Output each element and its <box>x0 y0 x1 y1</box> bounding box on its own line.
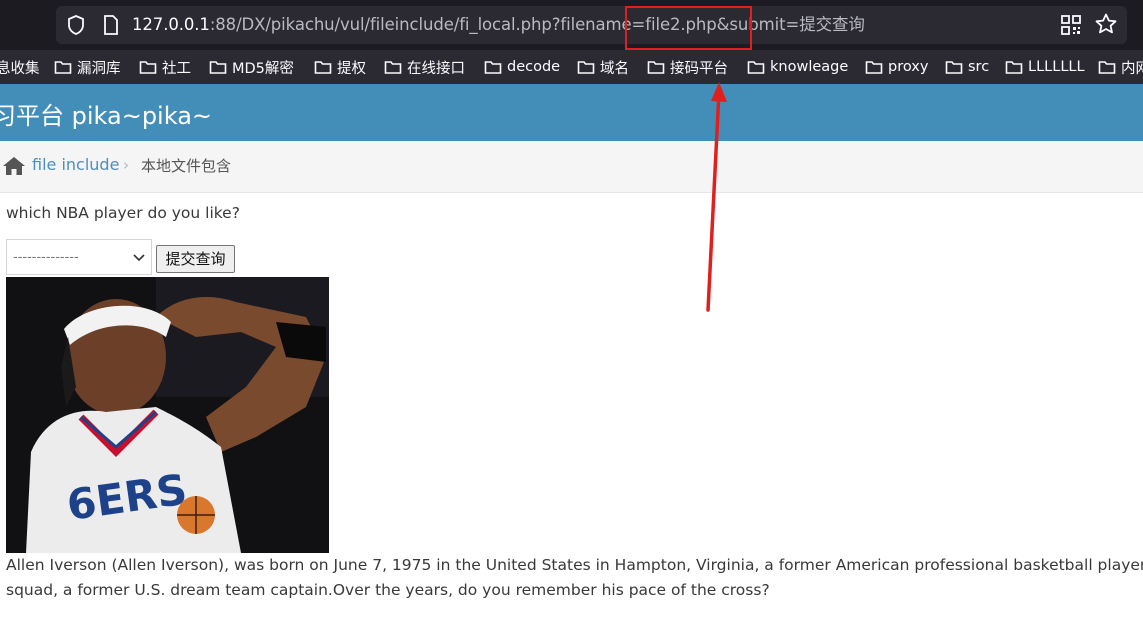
bookmark-item[interactable]: 提权 <box>314 57 366 77</box>
player-description: Allen Iverson (Allen Iverson), was born … <box>6 556 1143 599</box>
bookmark-item[interactable]: decode <box>484 57 560 77</box>
bookmark-item[interactable]: 社工 <box>139 57 191 77</box>
bookmark-item[interactable]: LLLLLLL <box>1005 57 1085 77</box>
url-text[interactable]: 127.0.0.1:88/DX/pikachu/vul/fileinclude/… <box>132 13 865 37</box>
page-title: 习平台 pika~pika~ <box>0 102 213 130</box>
folder-icon <box>945 61 963 74</box>
bookmark-item[interactable]: 漏洞库 <box>54 57 121 77</box>
qr-code-icon[interactable] <box>1060 14 1082 36</box>
folder-icon <box>209 61 227 74</box>
chevron-down-icon <box>133 254 145 262</box>
submit-button[interactable]: 提交查询 <box>156 245 235 273</box>
url-path: :88/DX/pikachu/vul/fileinclude/fi_local.… <box>209 15 865 34</box>
folder-icon <box>1098 61 1116 74</box>
url-host: 127.0.0.1 <box>132 15 210 34</box>
folder-icon <box>384 61 402 74</box>
bookmark-item[interactable]: src <box>945 57 989 77</box>
breadcrumb-current: 本地文件包含 <box>141 157 232 175</box>
page-header: 习平台 pika~pika~ <box>0 84 1143 141</box>
bookmark-item[interactable]: 在线接口 <box>384 57 465 77</box>
page-icon[interactable] <box>102 14 120 36</box>
folder-icon <box>865 61 883 74</box>
bookmark-item[interactable]: knowleage <box>747 57 848 77</box>
breadcrumb-separator: › <box>123 156 129 174</box>
player-photo: 6ERS <box>6 277 329 553</box>
folder-icon <box>314 61 332 74</box>
folder-icon <box>139 61 157 74</box>
folder-icon <box>747 61 765 74</box>
folder-icon <box>647 61 665 74</box>
annotation-arrow <box>706 82 727 312</box>
bookmark-item[interactable]: MD5解密 <box>209 57 294 77</box>
bookmarks-bar: 息收集 漏洞库 社工 MD5解密 提权 在线接口 decode 域名 接码平台 … <box>0 50 1143 84</box>
url-highlight-box <box>625 6 752 50</box>
select-value: -------------- <box>13 250 79 265</box>
bookmark-item[interactable]: 内网 <box>1098 57 1143 77</box>
breadcrumb-link-file-include[interactable]: file include <box>32 155 119 174</box>
player-select[interactable]: -------------- <box>6 239 152 275</box>
bookmark-item[interactable]: proxy <box>865 57 928 77</box>
folder-icon <box>54 61 72 74</box>
folder-icon <box>577 61 595 74</box>
home-icon[interactable] <box>2 156 26 176</box>
folder-icon <box>484 61 502 74</box>
bookmark-item[interactable]: 息收集 <box>0 57 40 77</box>
star-icon[interactable] <box>1094 12 1118 36</box>
shield-icon[interactable] <box>66 14 86 36</box>
folder-icon <box>1005 61 1023 74</box>
bookmark-item[interactable]: 域名 <box>577 57 629 77</box>
question-text: which NBA player do you like? <box>6 204 240 222</box>
